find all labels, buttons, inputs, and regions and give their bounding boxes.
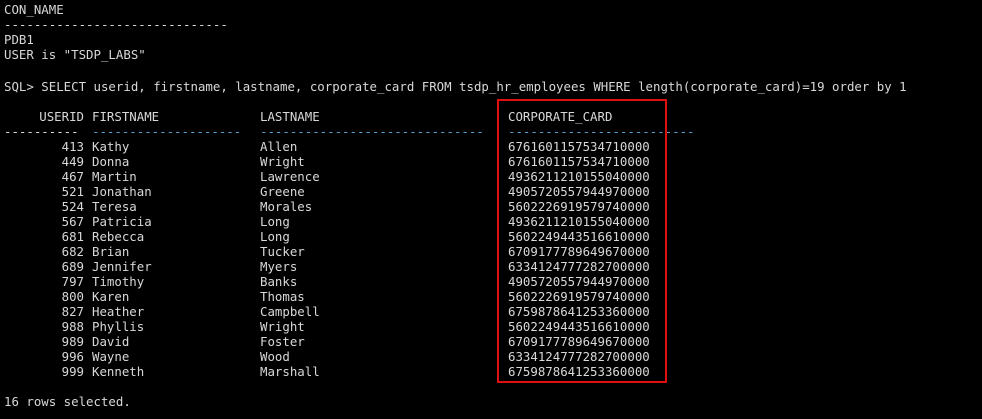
- cell-firstname: Karen: [92, 289, 130, 304]
- table-row: 996 Wayne Wood 6334124777282700000: [4, 349, 980, 364]
- cell-lastname: Campbell: [260, 304, 320, 319]
- table-row: 467 Martin Lawrence 4936211210155040000: [4, 169, 980, 184]
- cell-lastname: Wright: [260, 154, 305, 169]
- separator-userid: ----------: [4, 124, 79, 139]
- cell-firstname: Jennifer: [92, 259, 152, 274]
- column-header-userid: USERID: [39, 109, 84, 124]
- cell-userid: 827: [61, 304, 84, 319]
- cell-lastname: Greene: [260, 184, 305, 199]
- cell-firstname: Martin: [92, 169, 137, 184]
- cell-lastname: Myers: [260, 259, 298, 274]
- cell-userid: 800: [61, 289, 84, 304]
- table-row: 827 Heather Campbell 6759878641253360000: [4, 304, 980, 319]
- cell-firstname: Brian: [92, 244, 130, 259]
- cell-userid: 467: [61, 169, 84, 184]
- table-row: 567 Patricia Long 4936211210155040000: [4, 214, 980, 229]
- table-row: 999 Kenneth Marshall 6759878641253360000: [4, 364, 980, 379]
- cell-firstname: Donna: [92, 154, 130, 169]
- table-row: 413 Kathy Allen 6761601157534710000: [4, 139, 980, 154]
- cell-userid: 797: [61, 274, 84, 289]
- cell-userid: 524: [61, 199, 84, 214]
- corporate-card-highlight-box: [497, 99, 667, 383]
- cell-userid: 413: [61, 139, 84, 154]
- cell-lastname: Foster: [260, 334, 305, 349]
- table-row: 800 Karen Thomas 5602226919579740000: [4, 289, 980, 304]
- table-row: 689 Jennifer Myers 6334124777282700000: [4, 259, 980, 274]
- cell-lastname: Wood: [260, 349, 290, 364]
- con-name-underline: ------------------------------: [4, 17, 228, 32]
- cell-userid: 682: [61, 244, 84, 259]
- user-line: USER is "TSDP_LABS": [4, 47, 146, 62]
- cell-lastname: Long: [260, 214, 290, 229]
- pdb-name: PDB1: [4, 32, 34, 47]
- table-row: 682 Brian Tucker 6709177789649670000: [4, 244, 980, 259]
- cell-lastname: Long: [260, 229, 290, 244]
- cell-lastname: Tucker: [260, 244, 305, 259]
- table-separator: ---------- -------------------- --------…: [4, 124, 980, 139]
- cell-firstname: Heather: [92, 304, 145, 319]
- con-name-label: CON_NAME: [4, 2, 64, 17]
- cell-userid: 521: [61, 184, 84, 199]
- cell-firstname: David: [92, 334, 130, 349]
- cell-firstname: Patricia: [92, 214, 152, 229]
- column-header-lastname: LASTNAME: [260, 109, 320, 124]
- cell-lastname: Wright: [260, 319, 305, 334]
- separator-lastname: ------------------------------: [260, 124, 484, 139]
- table-row: 989 David Foster 6709177789649670000: [4, 334, 980, 349]
- cell-userid: 999: [61, 364, 84, 379]
- terminal-window[interactable]: CON_NAME ------------------------------ …: [4, 0, 980, 419]
- cell-firstname: Timothy: [92, 274, 145, 289]
- cell-firstname: Rebecca: [92, 229, 145, 244]
- table-row: 797 Timothy Banks 4905720557944970000: [4, 274, 980, 289]
- column-header-firstname: FIRSTNAME: [92, 109, 160, 124]
- cell-firstname: Teresa: [92, 199, 137, 214]
- cell-lastname: Allen: [260, 139, 298, 154]
- cell-firstname: Kathy: [92, 139, 130, 154]
- cell-userid: 567: [61, 214, 84, 229]
- cell-firstname: Jonathan: [92, 184, 152, 199]
- cell-userid: 988: [61, 319, 84, 334]
- cell-firstname: Kenneth: [92, 364, 145, 379]
- table-row: 681 Rebecca Long 5602249443516610000: [4, 229, 980, 244]
- cell-lastname: Marshall: [260, 364, 320, 379]
- cell-userid: 689: [61, 259, 84, 274]
- cell-lastname: Lawrence: [260, 169, 320, 184]
- sql-query: SQL> SELECT userid, firstname, lastname,…: [4, 79, 907, 94]
- cell-userid: 989: [61, 334, 84, 349]
- table-row: 524 Teresa Morales 5602226919579740000: [4, 199, 980, 214]
- rows-selected-message: 16 rows selected.: [4, 394, 131, 409]
- table-row: 449 Donna Wright 6761601157534710000: [4, 154, 980, 169]
- cell-lastname: Thomas: [260, 289, 305, 304]
- cell-userid: 681: [61, 229, 84, 244]
- cell-lastname: Banks: [260, 274, 298, 289]
- table-row: 521 Jonathan Greene 4905720557944970000: [4, 184, 980, 199]
- separator-firstname: --------------------: [92, 124, 242, 139]
- table-header: USERID FIRSTNAME LASTNAME CORPORATE_CARD: [4, 109, 980, 124]
- table-row: 988 Phyllis Wright 5602249443516610000: [4, 319, 980, 334]
- cell-firstname: Phyllis: [92, 319, 145, 334]
- cell-userid: 449: [61, 154, 84, 169]
- cell-firstname: Wayne: [92, 349, 130, 364]
- cell-lastname: Morales: [260, 199, 313, 214]
- cell-userid: 996: [61, 349, 84, 364]
